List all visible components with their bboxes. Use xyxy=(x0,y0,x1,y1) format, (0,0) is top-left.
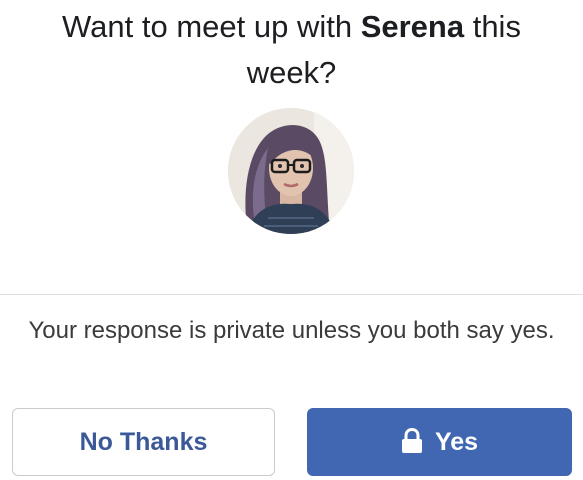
question-prefix: Want to meet up with xyxy=(62,9,361,44)
avatar-image xyxy=(228,108,354,234)
no-thanks-label: No Thanks xyxy=(79,427,208,456)
privacy-note: Your response is private unless you both… xyxy=(28,317,555,344)
meetup-question: Want to meet up with Serena this week? xyxy=(20,4,563,96)
avatar xyxy=(228,108,354,234)
meetup-card: Want to meet up with Serena this week? Y… xyxy=(0,0,583,480)
section-divider xyxy=(0,294,583,295)
lock-icon xyxy=(401,427,423,454)
no-thanks-button[interactable]: No Thanks xyxy=(12,408,275,476)
friend-name: Serena xyxy=(360,9,465,44)
yes-label: Yes xyxy=(434,427,479,456)
yes-button[interactable]: Yes xyxy=(307,408,572,476)
card-header: Want to meet up with Serena this week? xyxy=(0,0,583,294)
